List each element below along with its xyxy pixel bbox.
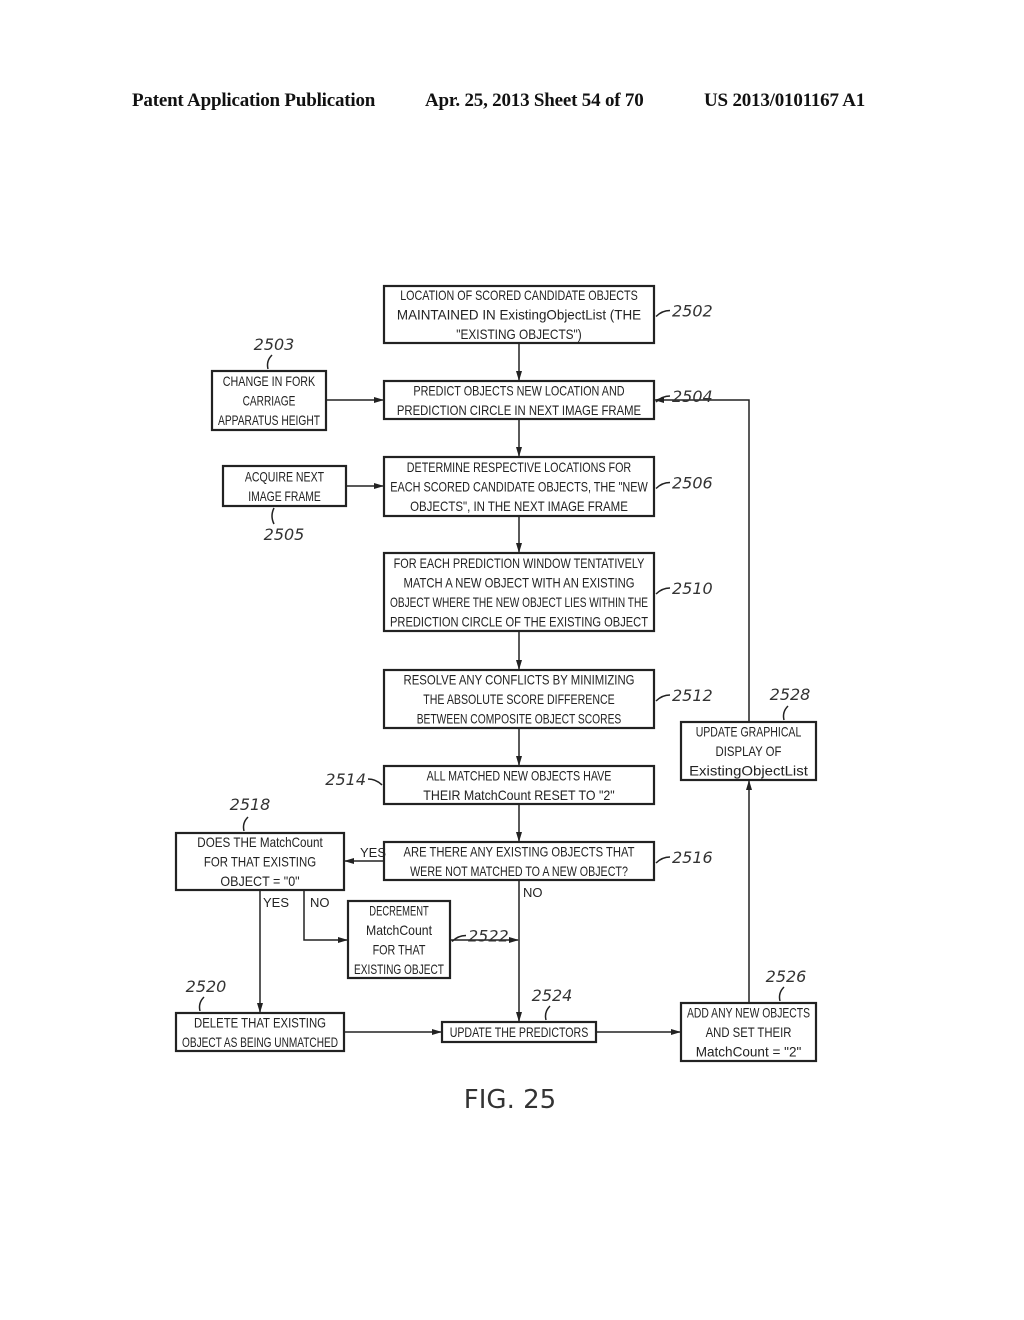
edge-label-no-2516: NO <box>523 885 543 900</box>
ref-leader <box>655 395 671 403</box>
ref-numeral: 2512 <box>672 686 713 705</box>
node-text-line: PREDICT OBJECTS NEW LOCATION AND <box>413 382 624 398</box>
node-text-line: THE ABSOLUTE SCORE DIFFERENCE <box>423 691 614 707</box>
ref-numeral: 2510 <box>672 579 713 598</box>
node-text-line: BETWEEN COMPOSITE OBJECT SCORES <box>417 711 622 727</box>
node-text-line: MatchCount = "2" <box>696 1044 802 1060</box>
ref-numeral: 2520 <box>186 977 227 996</box>
node-text-line: ADD ANY NEW OBJECTS <box>687 1005 810 1021</box>
node-text-line: ACQUIRE NEXT <box>245 468 325 484</box>
node-text-line: ARE THERE ANY EXISTING OBJECTS THAT <box>404 843 635 859</box>
ref-leader <box>655 587 671 595</box>
node-text-line: MATCH A NEW OBJECT WITH AN EXISTING <box>404 574 635 590</box>
ref-numeral: 2505 <box>264 525 305 544</box>
node-text-line: PREDICTION CIRCLE OF THE EXISTING OBJECT <box>390 613 648 629</box>
node-text-line: OBJECTS", IN THE NEXT IMAGE FRAME <box>410 498 628 514</box>
node-text-line: UPDATE GRAPHICAL <box>696 724 802 740</box>
nodes: LOCATION OF SCORED CANDIDATE OBJECTS MAIN… <box>174 284 818 1063</box>
ref-leader <box>655 309 671 318</box>
node-text-line: LOCATION OF SCORED CANDIDATE OBJECTS <box>400 287 638 303</box>
ref-numeral: 2502 <box>672 302 713 321</box>
flowchart: LOCATION OF SCORED CANDIDATE OBJECTS MAIN… <box>174 284 818 1115</box>
node-text-line: WERE NOT MATCHED TO A NEW OBJECT? <box>410 863 628 879</box>
ref-leader <box>242 816 249 832</box>
node-text-line: DISPLAY OF <box>716 743 782 759</box>
flow-node-2512: RESOLVE ANY CONFLICTS BY MINIMIZING THE A… <box>382 668 713 730</box>
ref-numeral: 2518 <box>230 795 271 814</box>
node-text-line: UPDATE THE PREDICTORS <box>450 1024 589 1040</box>
node-text-line: CARRIAGE <box>243 393 296 409</box>
node-text-line: THEIR MatchCount RESET TO "2" <box>423 787 614 803</box>
ref-numeral: 2516 <box>672 848 713 867</box>
node-text-line: CHANGE IN FORK <box>223 373 316 389</box>
flow-node-2503: CHANGE IN FORK CARRIAGE APPARATUS HEIGHT 25… <box>210 335 328 432</box>
ref-numeral: 2526 <box>766 967 807 986</box>
ref-numeral: 2524 <box>532 986 573 1005</box>
node-text-line: EXISTING OBJECT <box>354 961 444 977</box>
edge-label-no-2518: NO <box>310 895 330 910</box>
ref-leader <box>367 778 383 786</box>
ref-numeral: 2522 <box>468 927 509 946</box>
node-text-line: FOR THAT <box>373 941 426 957</box>
node-text-line: DECREMENT <box>369 902 429 918</box>
figure-label: FIG. 25 <box>464 1085 556 1115</box>
node-text-line: OBJECT WHERE THE NEW OBJECT LIES WITHIN … <box>390 594 648 610</box>
ref-numeral: 2514 <box>325 770 366 789</box>
node-text-line: DELETE THAT EXISTING <box>194 1014 326 1030</box>
flow-node-2514: ALL MATCHED NEW OBJECTS HAVE THEIR MatchC… <box>325 764 656 806</box>
node-text-line: MAINTAINED IN ExistingObjectList (THE <box>397 307 641 323</box>
ref-leader <box>544 1005 551 1021</box>
ref-leader <box>655 481 671 490</box>
node-text-line: DOES THE MatchCount <box>197 834 322 850</box>
node-text-line: IMAGE FRAME <box>248 488 321 504</box>
node-text-line: OBJECT AS BEING UNMATCHED <box>182 1034 338 1050</box>
node-text-line: ALL MATCHED NEW OBJECTS HAVE <box>427 767 612 783</box>
ref-numeral: 2503 <box>254 335 295 354</box>
ref-numeral: 2504 <box>672 387 713 406</box>
edge-label-yes-2516: YES <box>360 845 386 860</box>
ref-leader <box>271 507 275 525</box>
connector-arrow <box>654 397 750 722</box>
node-text-line: PREDICTION CIRCLE IN NEXT IMAGE FRAME <box>397 402 641 418</box>
ref-leader <box>266 354 273 370</box>
ref-numeral: 2506 <box>672 474 713 493</box>
node-text-line: EACH SCORED CANDIDATE OBJECTS, THE "NEW <box>390 479 648 495</box>
flow-node-2522: DECREMENT MatchCount FOR THAT EXISTING OBJE… <box>346 899 509 980</box>
flow-node-2518: DOES THE MatchCount FOR THAT EXISTING OBJE… <box>174 795 346 892</box>
ref-leader <box>782 705 789 721</box>
flow-node-2510: FOR EACH PREDICTION WINDOW TENTATIVELY MA… <box>382 551 713 633</box>
node-text-line: FOR THAT EXISTING <box>204 854 316 870</box>
node-text-line: OBJECT = "0" <box>220 873 299 889</box>
node-text-line: RESOLVE ANY CONFLICTS BY MINIMIZING <box>404 672 635 688</box>
flow-node-2516: ARE THERE ANY EXISTING OBJECTS THAT WERE … <box>382 840 713 882</box>
node-text-line: MatchCount <box>366 922 432 938</box>
node-text-line: ExistingObjectList <box>689 763 808 779</box>
flow-node-2505: ACQUIRE NEXT IMAGE FRAME 2505 <box>221 464 348 544</box>
node-text-line: "EXISTING OBJECTS") <box>456 326 581 342</box>
ref-numeral: 2528 <box>770 685 811 704</box>
ref-leader <box>778 986 785 1002</box>
flow-node-2502: LOCATION OF SCORED CANDIDATE OBJECTS MAIN… <box>382 284 713 345</box>
node-text-line: AND SET THEIR <box>706 1024 792 1040</box>
node-text-line: FOR EACH PREDICTION WINDOW TENTATIVELY <box>394 555 645 571</box>
node-text-line: APPARATUS HEIGHT <box>218 412 320 428</box>
ref-leader <box>655 856 671 864</box>
node-text-line: DETERMINE RESPECTIVE LOCATIONS FOR <box>407 459 631 475</box>
ref-leader <box>655 694 671 702</box>
ref-leader <box>198 996 205 1012</box>
flow-node-2506: DETERMINE RESPECTIVE LOCATIONS FOR EACH S… <box>382 455 713 518</box>
edge-label-yes-2518: YES <box>263 895 289 910</box>
